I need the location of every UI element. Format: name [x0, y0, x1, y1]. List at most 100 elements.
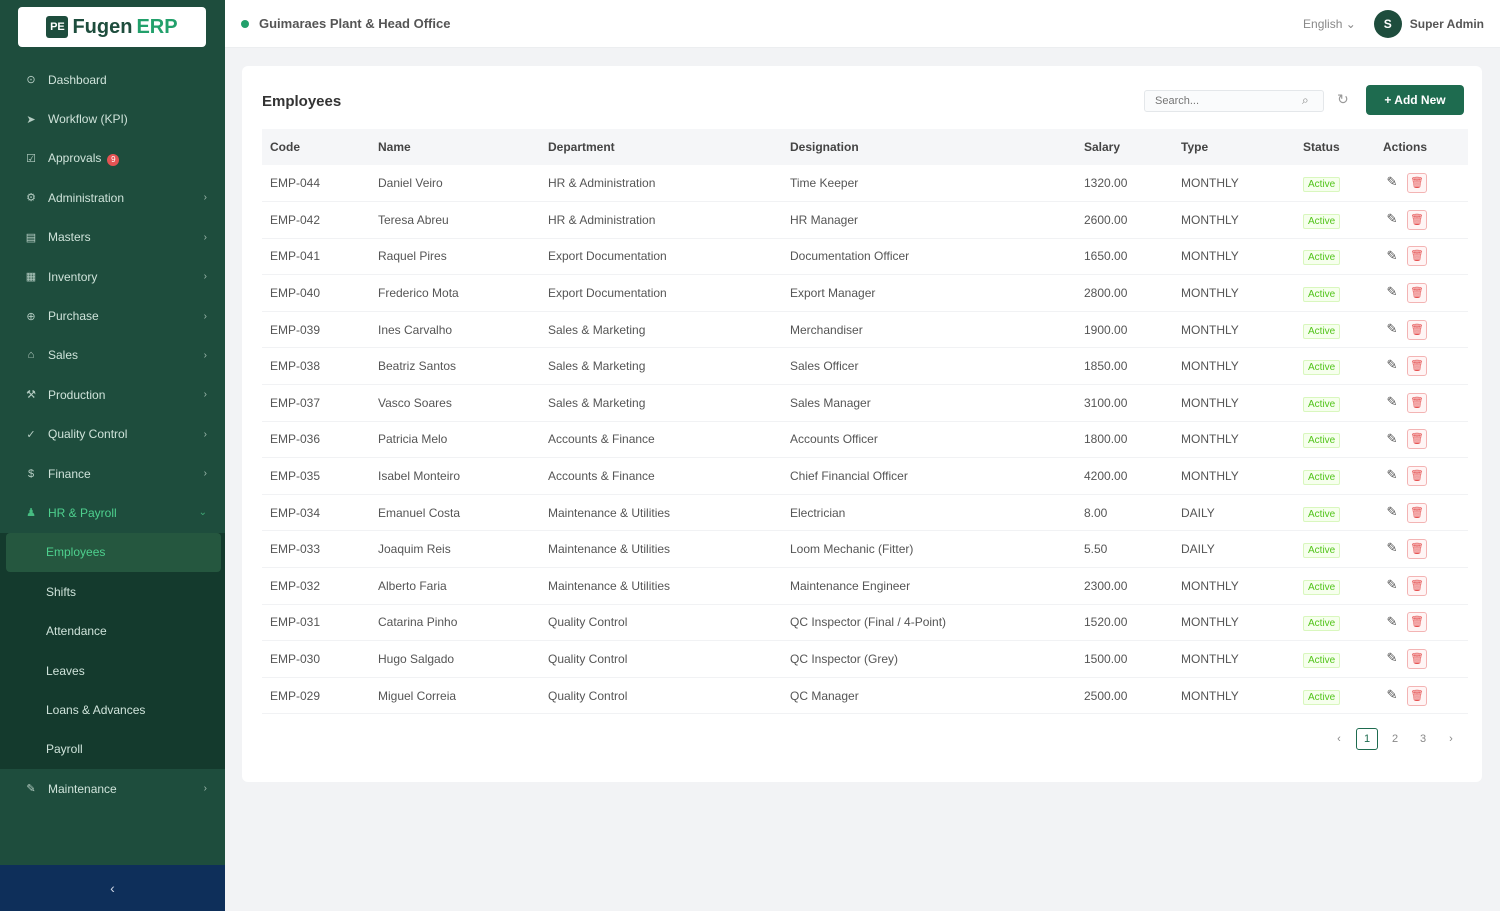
cell-designation: QC Inspector (Grey) [782, 640, 1076, 678]
delete-icon[interactable]: 🗑 [1407, 466, 1427, 487]
table-row[interactable]: EMP-037 Vasco Soares Sales & Marketing Sale… [262, 384, 1468, 422]
column-header-actions[interactable]: Actions [1375, 129, 1468, 165]
location-selector[interactable]: Guimaraes Plant & Head Office [259, 16, 1303, 31]
sidebar-item-inventory[interactable]: ▦ Inventory › [0, 257, 225, 296]
delete-icon[interactable]: 🗑 [1407, 649, 1427, 670]
delete-icon[interactable]: 🗑 [1407, 502, 1427, 523]
delete-icon[interactable]: 🗑 [1407, 429, 1427, 450]
cell-status: Active [1295, 677, 1375, 715]
edit-icon[interactable]: ✎ [1383, 321, 1401, 337]
cell-status: Active [1295, 384, 1375, 422]
edit-icon[interactable]: ✎ [1383, 394, 1401, 410]
delete-icon[interactable]: 🗑 [1407, 283, 1427, 304]
sidebar-item-masters[interactable]: ▤ Masters › [0, 218, 225, 257]
column-header-code[interactable]: Code [262, 129, 370, 165]
user-name[interactable]: Super Admin [1410, 17, 1484, 31]
pagination-page-3[interactable]: 3 [1412, 728, 1434, 750]
edit-icon[interactable]: ✎ [1383, 540, 1401, 556]
pagination-page-1[interactable]: 1 [1356, 728, 1378, 750]
table-row[interactable]: EMP-033 Joaquim Reis Maintenance & Utiliti… [262, 530, 1468, 569]
pagination-page-2[interactable]: 2 [1384, 728, 1406, 750]
sidebar-item-sales[interactable]: ⌂ Sales › [0, 336, 225, 375]
add-new-button[interactable]: + Add New [1366, 85, 1464, 115]
sidebar-item-dashboard[interactable]: ⊙ Dashboard [0, 60, 225, 99]
edit-icon[interactable]: ✎ [1383, 650, 1401, 666]
table-row[interactable]: EMP-029 Miguel Correia Quality Control QC M… [262, 677, 1468, 715]
edit-icon[interactable]: ✎ [1383, 431, 1401, 447]
cell-designation: Merchandiser [782, 311, 1076, 349]
pagination-next-button[interactable]: › [1440, 728, 1462, 750]
edit-icon[interactable]: ✎ [1383, 467, 1401, 483]
column-header-department[interactable]: Department [540, 129, 782, 165]
avatar[interactable]: S [1373, 9, 1402, 38]
table-row[interactable]: EMP-031 Catarina Pinho Quality Control QC I… [262, 604, 1468, 642]
table-row[interactable]: EMP-041 Raquel Pires Export Documentation D… [262, 238, 1468, 276]
delete-icon[interactable]: 🗑 [1407, 539, 1427, 560]
page-title: Employees [262, 93, 342, 110]
delete-icon[interactable]: 🗑 [1407, 575, 1427, 596]
table-row[interactable]: EMP-030 Hugo Salgado Quality Control QC Ins… [262, 640, 1468, 678]
edit-icon[interactable]: ✎ [1383, 687, 1401, 703]
table-row[interactable]: EMP-036 Patricia Melo Accounts & Finance Ac… [262, 421, 1468, 459]
sidebar-item-finance[interactable]: $ Finance › [0, 454, 225, 493]
table-row[interactable]: EMP-035 Isabel Monteiro Accounts & Finance… [262, 457, 1468, 495]
edit-icon[interactable]: ✎ [1383, 284, 1401, 300]
sidebar-collapse-button[interactable]: ‹ [0, 865, 225, 911]
sidebar-subitem-leaves[interactable]: Leaves [0, 651, 225, 690]
delete-icon[interactable]: 🗑 [1407, 209, 1427, 230]
sidebar-item-production[interactable]: ⚒ Production › [0, 375, 225, 414]
sidebar-item-quality-control[interactable]: ✓ Quality Control › [0, 415, 225, 454]
delete-icon[interactable]: 🗑 [1407, 356, 1427, 377]
column-header-designation[interactable]: Designation [782, 129, 1076, 165]
edit-icon[interactable]: ✎ [1383, 211, 1401, 227]
language-selector[interactable]: English ⌄ [1303, 17, 1356, 31]
table-row[interactable]: EMP-042 Teresa Abreu HR & Administration HR… [262, 201, 1468, 239]
status-badge: Active [1303, 360, 1341, 376]
delete-icon[interactable]: 🗑 [1407, 392, 1427, 413]
delete-icon[interactable]: 🗑 [1407, 173, 1427, 194]
cell-actions: ✎ 🗑 [1375, 677, 1468, 715]
column-header-status[interactable]: Status [1295, 129, 1375, 165]
search-icon[interactable]: ⌕ [1302, 93, 1309, 108]
edit-icon[interactable]: ✎ [1383, 174, 1401, 190]
edit-icon[interactable]: ✎ [1383, 614, 1401, 630]
status-badge: Active [1303, 250, 1341, 266]
sidebar-item-hr-payroll[interactable]: ♟ HR & Payroll ⌄ [0, 493, 225, 532]
column-header-salary[interactable]: Salary [1076, 129, 1173, 165]
refresh-icon[interactable]: ↻ [1337, 91, 1349, 108]
cell-code: EMP-036 [262, 421, 370, 459]
table-row[interactable]: EMP-039 Ines Carvalho Sales & Marketing Mer… [262, 311, 1468, 349]
sidebar-item-maintenance[interactable]: ✎ Maintenance › [0, 769, 225, 808]
delete-icon[interactable]: 🗑 [1407, 246, 1427, 267]
table-row[interactable]: EMP-040 Frederico Mota Export Documentatio… [262, 274, 1468, 312]
sidebar-subitem-shifts[interactable]: Shifts [0, 572, 225, 611]
sidebar-item-label: Administration [48, 190, 125, 205]
sidebar-item-purchase[interactable]: ⊕ Purchase › [0, 296, 225, 335]
delete-icon[interactable]: 🗑 [1407, 612, 1427, 633]
status-badge: Active [1303, 616, 1341, 632]
table-row[interactable]: EMP-034 Emanuel Costa Maintenance & Utilit… [262, 494, 1468, 532]
edit-icon[interactable]: ✎ [1383, 248, 1401, 264]
column-header-name[interactable]: Name [370, 129, 540, 165]
sidebar-subitem-employees[interactable]: Employees [6, 532, 221, 573]
cell-designation: Documentation Officer [782, 238, 1076, 276]
delete-icon[interactable]: 🗑 [1407, 319, 1427, 340]
cell-name: Emanuel Costa [370, 494, 540, 532]
sidebar-subitem-payroll[interactable]: Payroll [0, 730, 225, 769]
delete-icon[interactable]: 🗑 [1407, 685, 1427, 706]
sidebar-item-workflow-kpi-[interactable]: ➤ Workflow (KPI) [0, 99, 225, 138]
app-logo[interactable]: PE Fugen ERP [18, 7, 206, 47]
pagination-prev-button[interactable]: ‹ [1328, 728, 1350, 750]
edit-icon[interactable]: ✎ [1383, 577, 1401, 593]
sidebar-subitem-attendance[interactable]: Attendance [0, 611, 225, 650]
column-header-type[interactable]: Type [1173, 129, 1295, 165]
edit-icon[interactable]: ✎ [1383, 504, 1401, 520]
search-input[interactable] [1144, 90, 1324, 112]
edit-icon[interactable]: ✎ [1383, 357, 1401, 373]
sidebar-subitem-loans-advances[interactable]: Loans & Advances [0, 690, 225, 729]
sidebar-item-approvals[interactable]: ☑ Approvals 9 [0, 139, 225, 178]
table-row[interactable]: EMP-032 Alberto Faria Maintenance & Utilit… [262, 567, 1468, 605]
sidebar-item-administration[interactable]: ⚙ Administration › [0, 178, 225, 217]
table-row[interactable]: EMP-038 Beatriz Santos Sales & Marketing Sa… [262, 347, 1468, 386]
table-row[interactable]: EMP-044 Daniel Veiro HR & Administration Ti… [262, 165, 1468, 203]
